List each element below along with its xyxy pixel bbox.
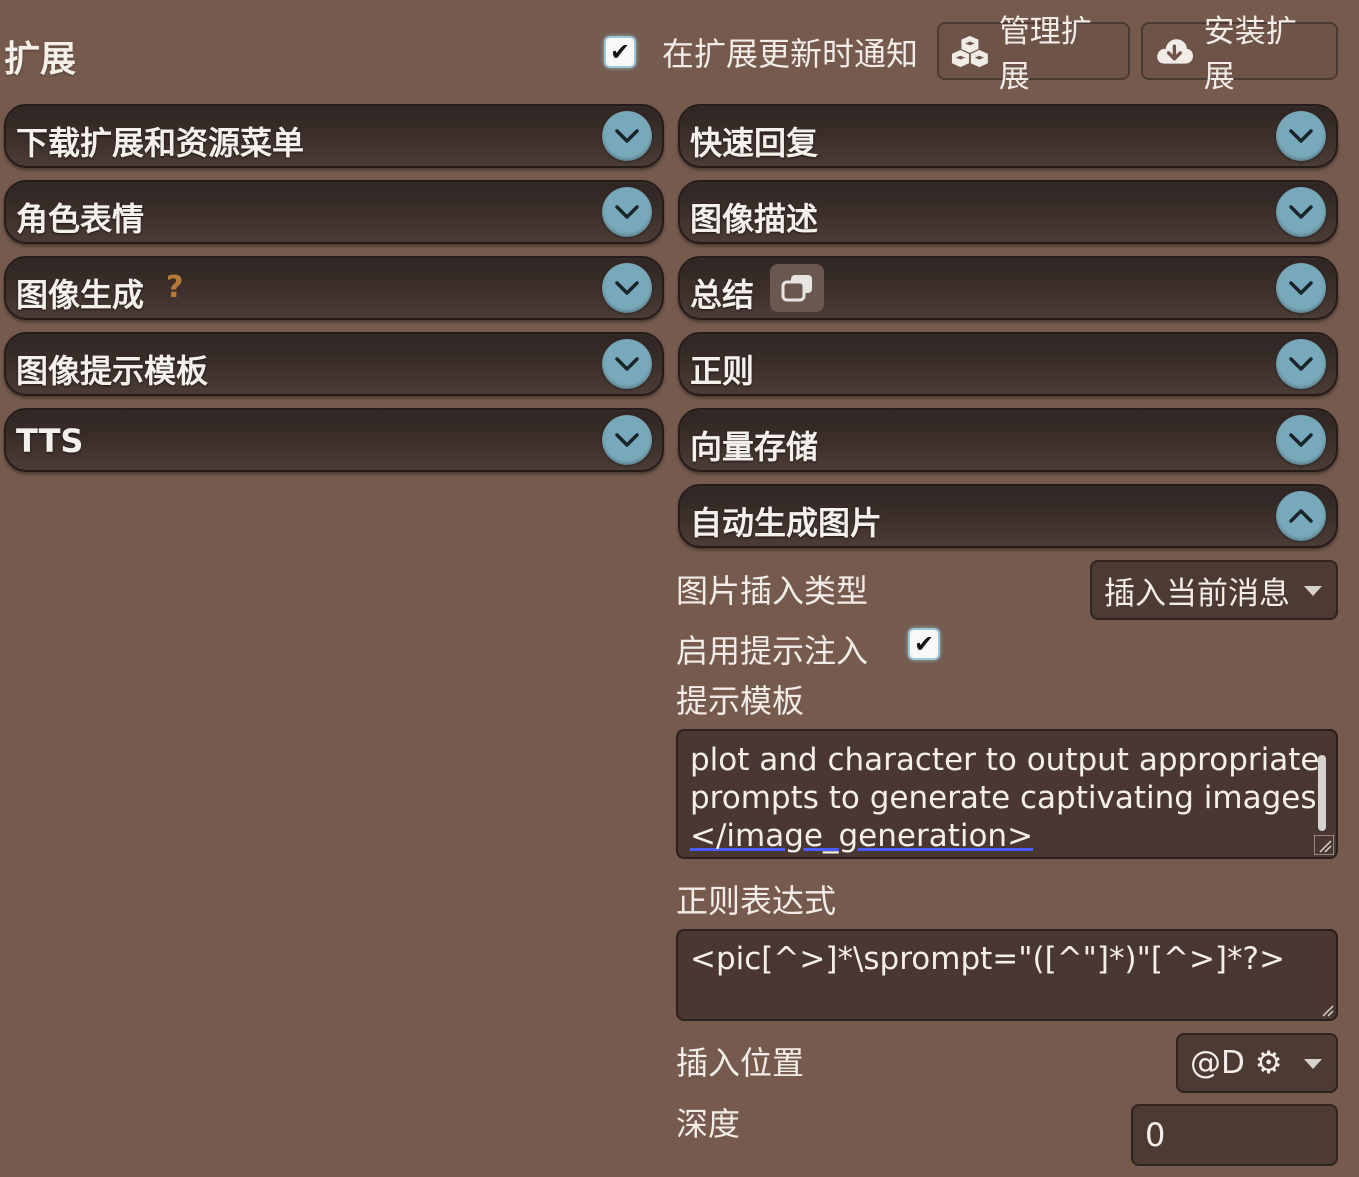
drawer-vector-storage[interactable]: 向量存储: [678, 408, 1338, 472]
manage-extensions-label: 管理扩展: [998, 14, 1092, 95]
copy-icon[interactable]: [770, 264, 824, 312]
chevron-down-icon[interactable]: [1276, 263, 1326, 313]
page-title: 扩展: [4, 39, 77, 80]
insert-position-value: @D ⚙: [1190, 1045, 1283, 1081]
drawer-image-prompt-templates[interactable]: 图像提示模板: [4, 332, 664, 396]
drawer-regex[interactable]: 正则: [678, 332, 1338, 396]
install-extension-button[interactable]: 安装扩展: [1141, 14, 1338, 95]
insert-type-select[interactable]: 插入当前消息: [1090, 560, 1338, 620]
insert-type-label: 图片插入类型: [676, 572, 869, 610]
depth-value: 0: [1145, 1116, 1166, 1154]
chevron-down-icon[interactable]: [602, 263, 652, 313]
enable-injection-label: 启用提示注入: [676, 632, 869, 670]
install-extension-label: 安装扩展: [1203, 14, 1297, 95]
notify-checkbox[interactable]: ✔: [606, 38, 634, 66]
drawer-title: 图像提示模板: [16, 352, 209, 390]
drawer-quick-reply[interactable]: 快速回复: [678, 104, 1338, 168]
drawer-title: 图像描述: [690, 200, 819, 238]
chevron-up-icon[interactable]: [1276, 491, 1326, 541]
help-icon[interactable]: ?: [166, 270, 183, 305]
drawer-title: 自动生成图片: [690, 504, 883, 542]
drawer-title: TTS: [16, 422, 84, 460]
drawer-title: 总结: [690, 276, 755, 314]
chevron-down-icon[interactable]: [602, 339, 652, 389]
depth-label: 深度: [676, 1105, 741, 1143]
template-lines: plot and character to output appropriate…: [690, 731, 1327, 855]
resize-grip-icon[interactable]: [1320, 1003, 1334, 1017]
dropdown-caret-icon: [1304, 1059, 1322, 1069]
insert-type-value: 插入当前消息: [1104, 575, 1290, 612]
drawer-title: 下载扩展和资源菜单: [16, 124, 305, 162]
drawer-title: 图像生成: [16, 276, 145, 314]
enable-injection-checkbox[interactable]: ✔: [910, 630, 938, 658]
extensions-header: 扩展 ✔ 在扩展更新时通知 管理扩展 安装扩展: [0, 0, 1359, 100]
prompt-template-textarea[interactable]: plot and character to output appropriate…: [676, 729, 1338, 859]
drawer-image-captioning[interactable]: 图像描述: [678, 180, 1338, 244]
chevron-down-icon[interactable]: [602, 111, 652, 161]
notify-label: 在扩展更新时通知: [662, 35, 919, 73]
template-line: </image_generation>: [690, 818, 1034, 854]
drawer-title: 快速回复: [690, 124, 819, 162]
resize-grip-icon[interactable]: [1314, 835, 1334, 855]
drawer-character-expressions[interactable]: 角色表情: [4, 180, 664, 244]
drawer-title: 正则: [690, 352, 755, 390]
drawer-image-generation[interactable]: 图像生成 ?: [4, 256, 664, 320]
regex-value: <pic[^>]*\sprompt="([^"]*)"[^>]*?>: [690, 941, 1285, 977]
dropdown-caret-icon: [1304, 586, 1322, 596]
template-label: 提示模板: [676, 682, 805, 720]
drawer-title: 角色表情: [16, 200, 145, 238]
textarea-scrollbar[interactable]: [1318, 755, 1326, 831]
chevron-down-icon[interactable]: [602, 415, 652, 465]
chevron-down-icon[interactable]: [602, 187, 652, 237]
position-label: 插入位置: [676, 1044, 805, 1082]
chevron-down-icon[interactable]: [1276, 415, 1326, 465]
notify-toggle[interactable]: ✔ 在扩展更新时通知: [606, 32, 919, 73]
drawer-download-extensions[interactable]: 下载扩展和资源菜单: [4, 104, 664, 168]
cloud-download-icon: [1157, 39, 1193, 64]
chevron-down-icon[interactable]: [1276, 187, 1326, 237]
template-line: prompts to generate captivating images.: [690, 780, 1327, 816]
regex-label: 正则表达式: [676, 882, 837, 920]
cubes-icon: [951, 35, 988, 68]
chevron-down-icon[interactable]: [1276, 111, 1326, 161]
insert-position-select[interactable]: @D ⚙: [1176, 1033, 1338, 1093]
drawer-summarize[interactable]: 总结: [678, 256, 1338, 320]
template-line: plot and character to output appropriate: [690, 742, 1320, 778]
drawer-tts[interactable]: TTS: [4, 408, 664, 472]
manage-extensions-button[interactable]: 管理扩展: [937, 14, 1130, 95]
drawer-auto-image-generation[interactable]: 自动生成图片: [678, 484, 1338, 548]
drawer-title: 向量存储: [690, 428, 819, 466]
depth-input[interactable]: 0: [1131, 1104, 1338, 1166]
chevron-down-icon[interactable]: [1276, 339, 1326, 389]
regex-textarea[interactable]: <pic[^>]*\sprompt="([^"]*)"[^>]*?>: [676, 929, 1338, 1021]
